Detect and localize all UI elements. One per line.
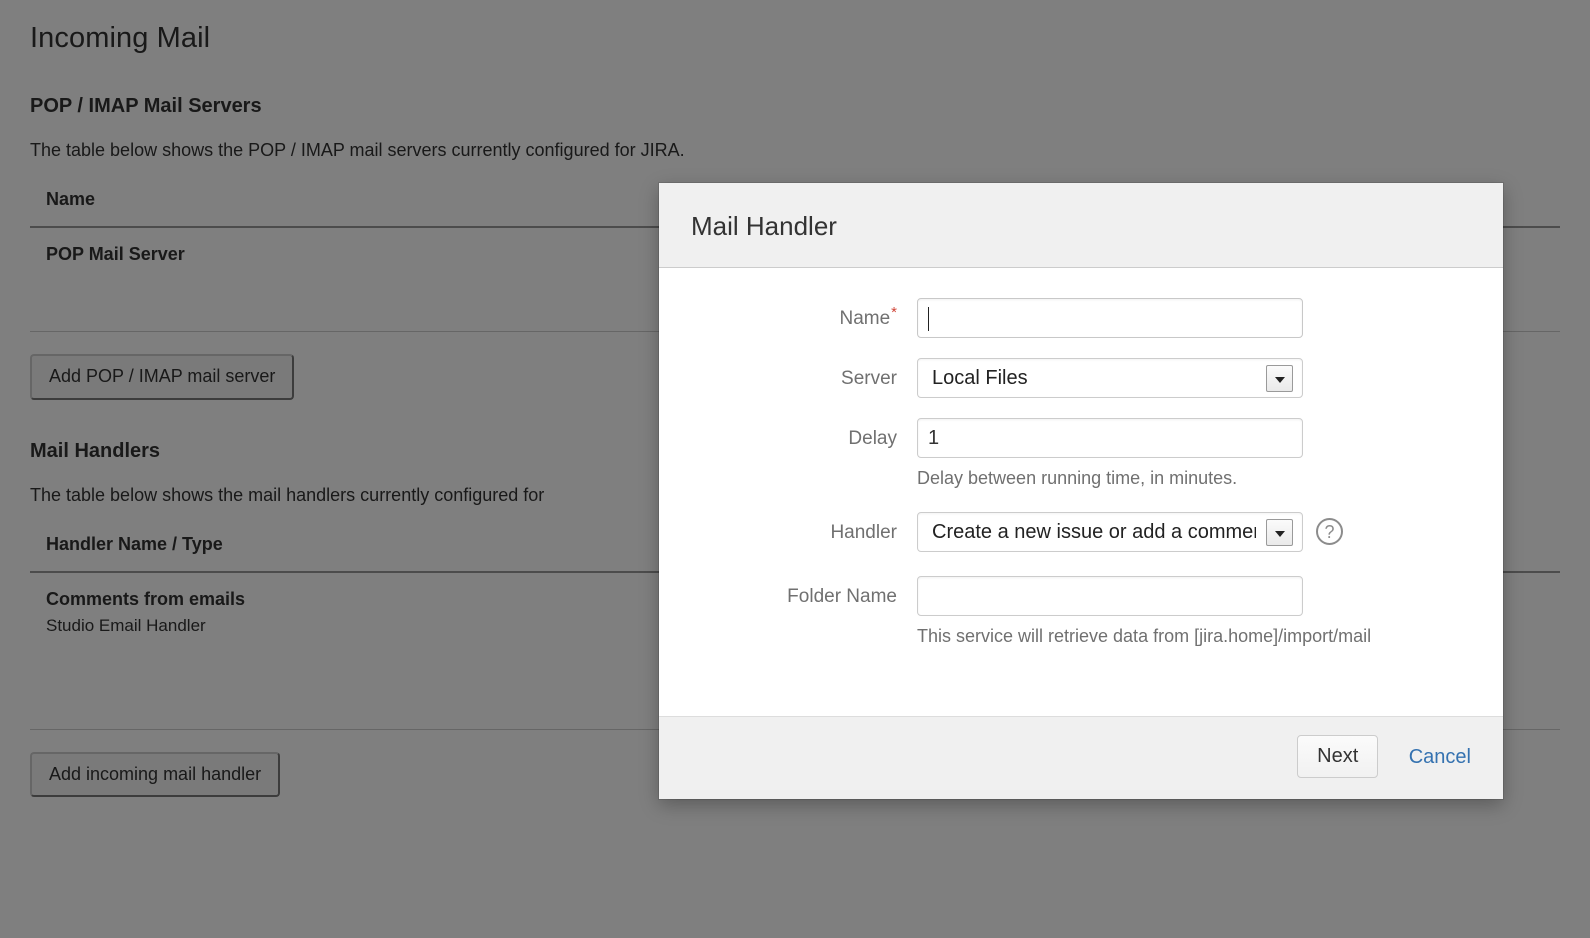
name-field-control (917, 298, 1503, 338)
folder-name-field-description: This service will retrieve data from [ji… (917, 626, 1372, 647)
handler-select-wrap: Create a new issue or add a comment to a… (917, 512, 1303, 553)
folder-name-field-control: This service will retrieve data from [ji… (917, 576, 1503, 648)
folder-name-input[interactable] (917, 576, 1303, 617)
folder-name-field-label: Folder Name (787, 586, 897, 608)
server-select-wrap: Local Files (917, 358, 1303, 398)
name-field-label: Name* (659, 298, 917, 340)
mail-handler-dialog: Mail Handler Name* Server Local Files De… (659, 183, 1503, 799)
dialog-title: Mail Handler (691, 211, 837, 241)
delay-field-description: Delay between running time, in minutes. (917, 468, 1238, 488)
cancel-button[interactable]: Cancel (1409, 746, 1471, 769)
field-row-folder-name: Folder Name This service will retrieve d… (659, 576, 1503, 648)
field-row-server: Server Local Files (659, 358, 1503, 400)
dialog-footer: Next Cancel (659, 716, 1503, 799)
field-row-delay: Delay Delay between running time, in min… (659, 418, 1503, 490)
question-circle-icon[interactable]: ? (1316, 518, 1343, 546)
server-field-control: Local Files (917, 358, 1503, 398)
next-button[interactable]: Next (1297, 735, 1379, 778)
handler-field-label: Handler (830, 522, 897, 544)
name-label-text: Name (839, 308, 891, 329)
delay-field-label: Delay (848, 428, 897, 449)
field-row-name: Name* (659, 298, 1503, 340)
server-select[interactable]: Local Files (917, 358, 1303, 398)
handler-select[interactable]: Create a new issue or add a comment to a… (917, 512, 1303, 553)
field-row-handler: Handler Create a new issue or add a comm… (659, 512, 1503, 554)
delay-field-control: Delay between running time, in minutes. (917, 418, 1503, 490)
required-marker-icon: * (891, 303, 897, 321)
name-input[interactable] (917, 298, 1303, 338)
handler-field-control: Create a new issue or add a comment to a… (917, 512, 1503, 553)
dialog-header: Mail Handler (659, 183, 1503, 268)
delay-input[interactable] (917, 418, 1303, 458)
dialog-body: Name* Server Local Files Delay 1 Delay b… (659, 268, 1503, 716)
server-field-label: Server (841, 368, 897, 389)
text-caret (928, 307, 929, 331)
